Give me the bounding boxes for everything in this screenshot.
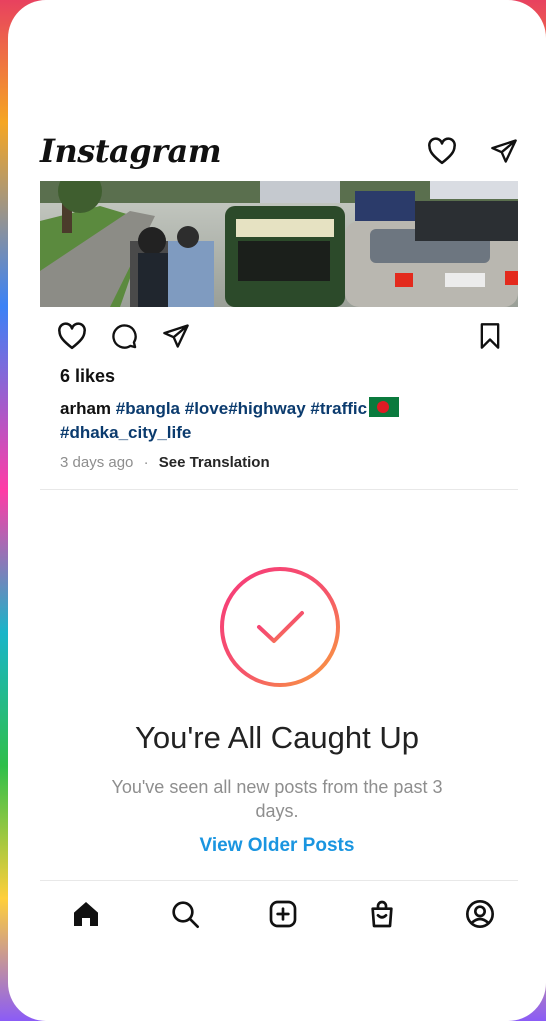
post-meta: 3 days ago · See Translation bbox=[60, 454, 270, 471]
post-actions bbox=[56, 316, 506, 356]
post-caption: arham #bangla #love#highway #traffic #dh… bbox=[60, 397, 500, 445]
hashtag[interactable]: #love#highway bbox=[185, 399, 306, 418]
share-icon[interactable] bbox=[160, 320, 192, 352]
send-icon[interactable] bbox=[488, 135, 520, 167]
profile-icon[interactable] bbox=[464, 898, 496, 930]
divider bbox=[40, 880, 518, 881]
instagram-logo[interactable]: Instagram bbox=[40, 132, 222, 170]
bangladesh-flag-icon bbox=[369, 397, 400, 417]
caption-username[interactable]: arham bbox=[60, 399, 111, 418]
likes-count[interactable]: 6 likes bbox=[60, 366, 115, 387]
search-icon[interactable] bbox=[169, 898, 201, 930]
hashtag[interactable]: #dhaka_city_life bbox=[60, 423, 191, 442]
like-heart-icon[interactable] bbox=[56, 320, 88, 352]
comment-icon[interactable] bbox=[108, 320, 140, 352]
shop-icon[interactable] bbox=[366, 898, 398, 930]
post-actions-left bbox=[56, 320, 192, 352]
top-bar: Instagram bbox=[40, 126, 520, 176]
caught-up-subtitle: You've seen all new posts from the past … bbox=[111, 777, 443, 821]
caught-up-title: You're All Caught Up bbox=[135, 720, 419, 755]
post-time: 3 days ago bbox=[60, 454, 134, 471]
bottom-nav bbox=[40, 886, 518, 942]
meta-separator: · bbox=[143, 454, 149, 471]
bookmark-icon[interactable] bbox=[474, 320, 506, 352]
top-icons bbox=[426, 135, 520, 167]
divider bbox=[40, 489, 518, 490]
phone-screen: Instagram 6 likes arham #bangla #love#hi… bbox=[8, 0, 546, 1021]
post-image[interactable] bbox=[40, 181, 518, 307]
heart-icon[interactable] bbox=[426, 135, 458, 167]
add-post-icon[interactable] bbox=[267, 898, 299, 930]
view-older-posts-link[interactable]: View Older Posts bbox=[8, 835, 546, 857]
caught-up-check-icon bbox=[218, 565, 342, 689]
hashtag[interactable]: #traffic bbox=[310, 399, 367, 418]
hashtag[interactable]: #bangla bbox=[116, 399, 180, 418]
see-translation-link[interactable]: See Translation bbox=[159, 454, 270, 471]
home-icon[interactable] bbox=[70, 898, 102, 930]
